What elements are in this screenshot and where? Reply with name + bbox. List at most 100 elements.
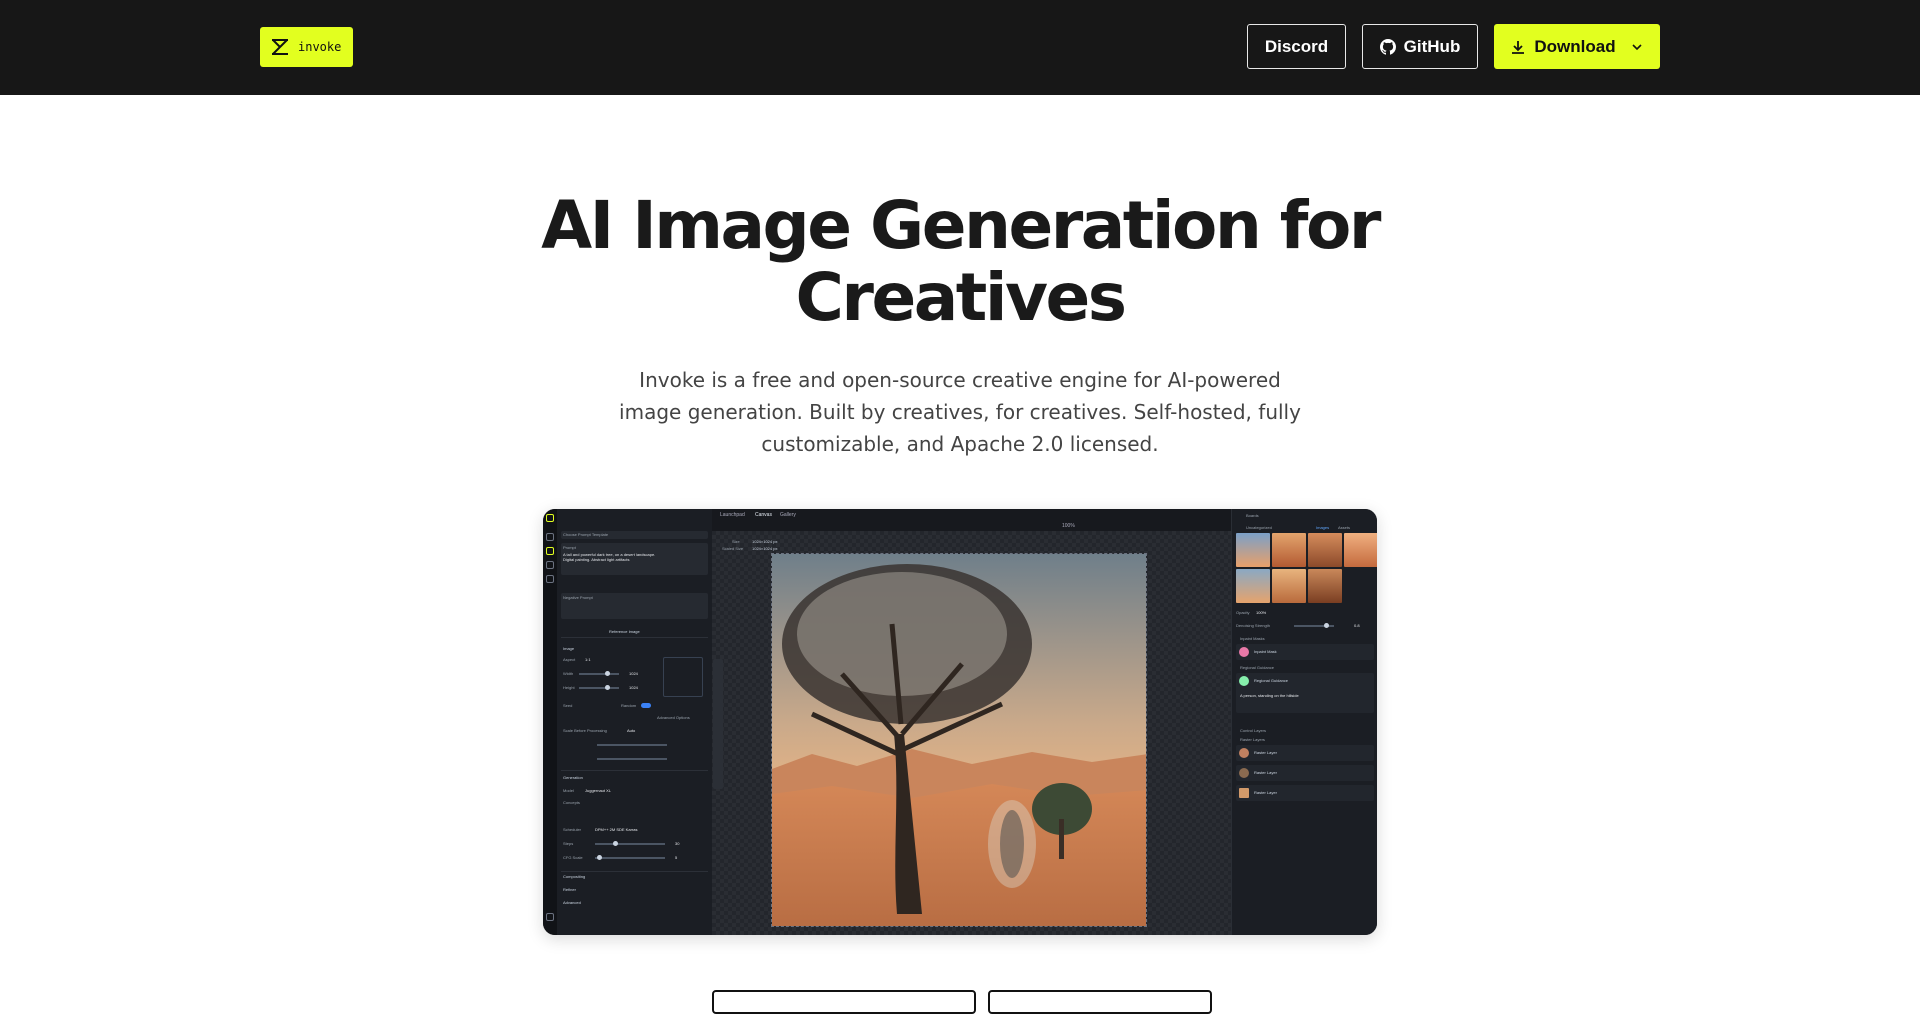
compositing-label: Compositing xyxy=(563,874,586,879)
negative-prompt-label: Negative Prompt xyxy=(563,595,593,600)
rail-canvas-icon xyxy=(546,547,554,555)
gallery-thumb xyxy=(1344,533,1377,567)
tab-canvas: Canvas xyxy=(755,512,772,518)
invoke-logo-icon xyxy=(272,39,288,55)
scaled-size-label: Scaled Size xyxy=(722,546,744,551)
regional-guidance-row: Regional Guidance A person, standing on … xyxy=(1236,673,1374,713)
gallery-thumb xyxy=(1236,533,1270,567)
scale-label: Scale Before Processing xyxy=(563,728,607,733)
width-slider-knob xyxy=(605,671,610,676)
random-toggle xyxy=(641,703,651,708)
inpaint-mask-row: Inpaint Mask xyxy=(1236,644,1374,660)
tab-launchpad: Launchpad xyxy=(720,512,745,518)
raster-group-label: Raster Layers xyxy=(1240,737,1265,742)
github-icon xyxy=(1379,38,1396,55)
app-icon-rail xyxy=(543,509,557,935)
aspect-label: Aspect xyxy=(563,657,576,662)
steps-label: Steps xyxy=(563,841,574,846)
cta-button-left[interactable] xyxy=(712,990,976,1014)
raster-layer-label: Raster Layer xyxy=(1254,750,1277,755)
bbox-preview xyxy=(663,657,703,697)
uncategorized-label: Uncategorized xyxy=(1246,525,1272,530)
regional-group-label: Regional Guidance xyxy=(1240,665,1275,670)
rail-workflow-icon xyxy=(546,575,554,583)
gallery-thumb xyxy=(1308,533,1342,567)
logo-text: invoke xyxy=(298,40,342,54)
hero-subtitle: Invoke is a free and open-source creativ… xyxy=(619,368,1301,456)
hero-title-line-2: Creatives xyxy=(795,259,1127,336)
canvas-tool-strip xyxy=(713,659,723,789)
raster-layer-row: Raster Layer xyxy=(1236,765,1374,781)
rail-logo-icon xyxy=(546,514,554,522)
github-button[interactable]: GitHub xyxy=(1362,24,1478,69)
width-slider xyxy=(579,673,619,675)
scale-value: Auto xyxy=(627,728,636,733)
width-value: 1024 xyxy=(629,671,638,676)
refiner-label: Refiner xyxy=(563,887,576,892)
scheduler-label: Scheduler xyxy=(563,827,582,832)
gallery-thumb xyxy=(1272,569,1306,603)
app-screenshot: Choose Prompt Template Prompt A tall and… xyxy=(543,509,1377,935)
height-slider-knob xyxy=(605,685,610,690)
hero-title-line-1: AI Image Generation for xyxy=(541,187,1381,264)
download-icon xyxy=(1512,40,1525,54)
model-label: Model xyxy=(563,788,574,793)
regional-prompt-text: A person, standing on the hillside xyxy=(1240,693,1299,698)
width-label: Width xyxy=(563,671,574,676)
gallery-thumb xyxy=(1236,569,1270,603)
zoom-value: 100% xyxy=(1062,523,1075,529)
opacity-label: Opacity xyxy=(1236,610,1250,615)
advanced-options-label: Advanced Options xyxy=(657,715,690,720)
control-group-label: Control Layers xyxy=(1240,728,1267,733)
steps-value: 30 xyxy=(675,841,680,846)
generation-section-label: Generation xyxy=(563,775,583,780)
generated-image xyxy=(771,553,1147,927)
app-parameters-panel: Choose Prompt Template Prompt A tall and… xyxy=(557,509,712,935)
rail-settings-icon xyxy=(546,913,554,921)
denoise-value: 0.8 xyxy=(1354,623,1360,628)
aspect-value: 1:1 xyxy=(585,657,591,662)
divider xyxy=(561,770,708,771)
rail-text-icon xyxy=(546,533,554,541)
cta-button-right[interactable] xyxy=(988,990,1212,1014)
height-slider xyxy=(579,687,619,689)
height-value: 1024 xyxy=(629,685,638,690)
divider xyxy=(561,637,708,638)
hero-title: AI Image Generation for Creatives xyxy=(0,190,1920,334)
concepts-label: Concepts xyxy=(563,800,580,805)
denoise-label: Denoising Strength xyxy=(1236,623,1271,628)
download-label: Download xyxy=(1534,36,1616,56)
size-label: Size xyxy=(732,539,740,544)
steps-slider-knob xyxy=(613,841,618,846)
images-tab: Images xyxy=(1316,525,1330,530)
top-navigation-bar: invoke Discord GitHub Download xyxy=(0,0,1920,95)
raster-layer-row: Raster Layer xyxy=(1236,785,1374,801)
invoke-logo[interactable]: invoke xyxy=(260,27,353,67)
size-value: 1024×1024 px xyxy=(752,539,778,544)
raster-layer-row: Raster Layer xyxy=(1236,745,1374,761)
regional-guidance-label: Regional Guidance xyxy=(1254,678,1289,683)
cfg-value: 5 xyxy=(675,855,678,860)
download-button[interactable]: Download xyxy=(1494,24,1660,69)
scale-slider-2 xyxy=(597,758,667,760)
tree-painting xyxy=(772,554,1146,926)
app-layers-panel: Boards Uncategorized Images Assets Opaci… xyxy=(1231,509,1377,935)
raster-layer-label: Raster Layer xyxy=(1254,770,1277,775)
cfg-slider xyxy=(595,857,665,859)
prompt-text: A tall and powerful dark tree, on a dese… xyxy=(563,552,656,562)
height-label: Height xyxy=(563,685,575,690)
scheduler-value: DPM++ 2M SDE Karras xyxy=(595,827,638,832)
chevron-down-icon xyxy=(1632,43,1642,50)
github-label: GitHub xyxy=(1403,36,1461,56)
assets-tab: Assets xyxy=(1338,525,1351,530)
scale-slider-1 xyxy=(597,744,667,746)
discord-button[interactable]: Discord xyxy=(1247,24,1346,69)
opacity-value: 100% xyxy=(1256,610,1267,615)
seed-label: Seed xyxy=(563,703,573,708)
app-canvas-area: Launchpad Canvas Gallery 100% Size 1024×… xyxy=(712,509,1231,935)
steps-slider xyxy=(595,843,665,845)
template-label: Choose Prompt Template xyxy=(563,532,609,537)
cfg-label: CFG Scale xyxy=(563,855,583,860)
gallery-thumb xyxy=(1272,533,1306,567)
rail-image-icon xyxy=(546,561,554,569)
